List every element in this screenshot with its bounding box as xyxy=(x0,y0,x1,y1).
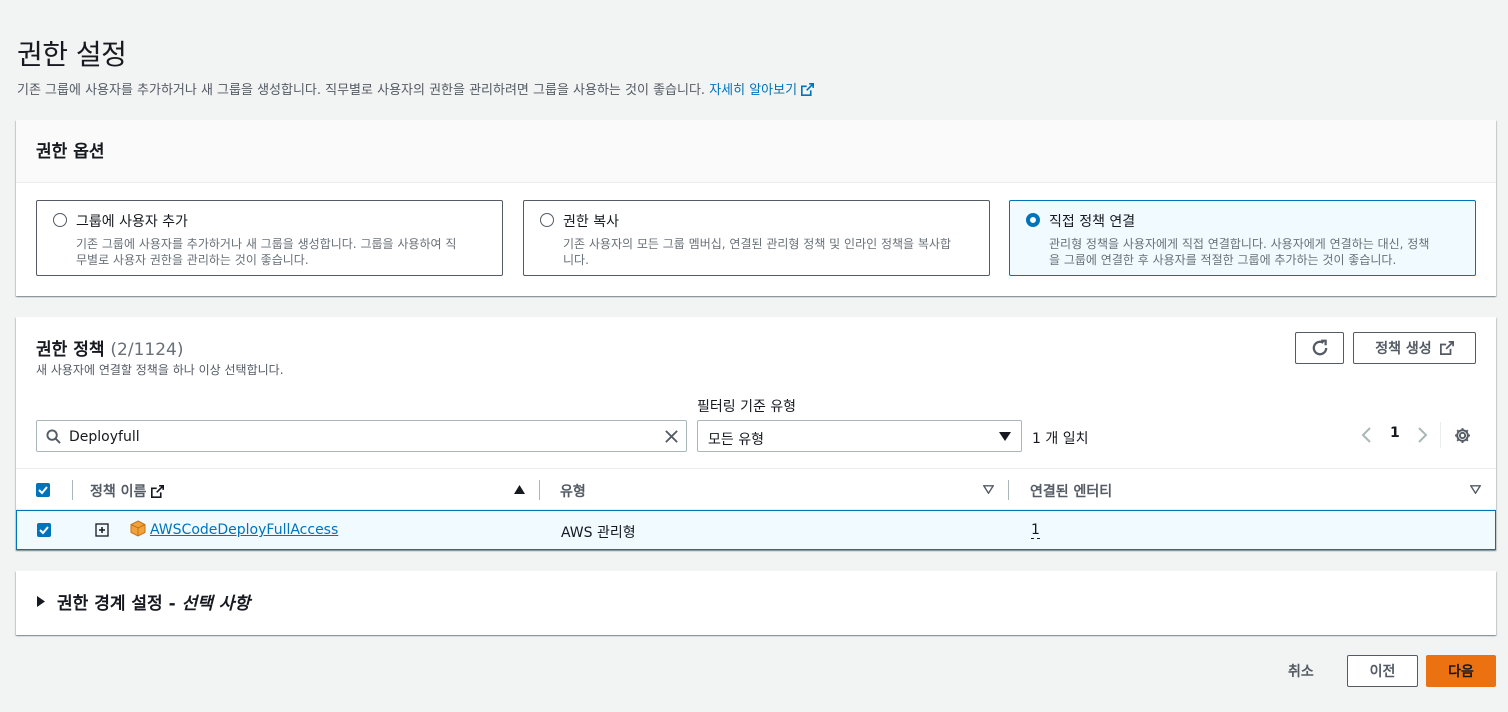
column-policy-name[interactable]: 정책 이름 xyxy=(90,481,165,501)
match-count: 1 개 일치 xyxy=(1032,431,1089,447)
search-value: Deployfull xyxy=(69,429,140,445)
policies-count: (2/1124) xyxy=(110,340,184,360)
external-link-icon xyxy=(151,485,165,498)
previous-button[interactable]: 이전 xyxy=(1347,655,1418,687)
option-description: 관리형 정책을 사용자에게 직접 연결합니다. 사용자에게 연결하는 대신, 정… xyxy=(1049,237,1430,267)
refresh-button[interactable] xyxy=(1295,332,1344,364)
policies-subtitle: 새 사용자에 연결할 정책을 하나 이상 선택합니다. xyxy=(36,363,284,377)
policy-type: AWS 관리형 xyxy=(561,525,636,541)
search-icon xyxy=(46,429,61,444)
checkmark-icon xyxy=(39,526,49,535)
sort-icon[interactable] xyxy=(1470,485,1481,494)
learn-more-link[interactable]: 자세히 알아보기 xyxy=(709,83,815,98)
column-divider xyxy=(1008,480,1009,500)
option-attach-policies[interactable]: 직접 정책 연결 관리형 정책을 사용자에게 직접 연결합니다. 사용자에게 연… xyxy=(1009,200,1476,276)
column-attached-entities[interactable]: 연결된 엔터티 xyxy=(1030,481,1112,501)
gear-icon[interactable] xyxy=(1454,427,1471,444)
table-row[interactable]: AWSCodeDeployFullAccess AWS 관리형 1 xyxy=(16,510,1496,550)
row-checkbox[interactable] xyxy=(37,523,51,537)
permission-policies-panel: 권한 정책 (2/1124) 새 사용자에 연결할 정책을 하나 이상 선택합니… xyxy=(16,317,1496,550)
next-button[interactable]: 다음 xyxy=(1426,655,1496,687)
caret-right-icon[interactable] xyxy=(37,596,45,607)
external-link-icon xyxy=(1439,341,1454,355)
pager-divider xyxy=(1440,422,1441,448)
policy-name-link[interactable]: AWSCodeDeployFullAccess xyxy=(150,522,338,538)
page-title: 권한 설정 xyxy=(17,38,127,71)
option-title: 그룹에 사용자 추가 xyxy=(76,214,188,230)
create-policy-button[interactable]: 정책 생성 xyxy=(1353,332,1476,364)
filter-type-select[interactable]: 모든 유형 xyxy=(697,420,1022,452)
column-type[interactable]: 유형 xyxy=(560,481,586,501)
permission-options-header: 권한 옵션 xyxy=(16,120,1496,183)
sort-icon[interactable] xyxy=(983,485,994,494)
description-text: 기존 그룹에 사용자를 추가하거나 새 그룹을 생성합니다. 직무별로 사용자의… xyxy=(17,83,706,98)
caret-down-icon xyxy=(999,432,1011,441)
permissions-boundary-panel[interactable]: 권한 경계 설정 - 선택 사항 xyxy=(16,571,1496,635)
column-divider xyxy=(539,480,540,500)
radio-attach-policies[interactable] xyxy=(1026,213,1040,227)
option-add-to-group[interactable]: 그룹에 사용자 추가 기존 그룹에 사용자를 추가하거나 새 그룹을 생성합니다… xyxy=(36,200,503,276)
permissions-boundary-title[interactable]: 권한 경계 설정 - 선택 사항 xyxy=(57,589,250,614)
aws-managed-policy-icon xyxy=(130,520,146,537)
select-all-checkbox[interactable] xyxy=(36,483,50,497)
policies-title: 권한 정책 (2/1124) xyxy=(36,340,184,360)
option-title: 권한 복사 xyxy=(563,214,619,230)
radio-add-to-group[interactable] xyxy=(53,213,67,227)
filter-type-value: 모든 유형 xyxy=(708,432,764,448)
refresh-icon xyxy=(1312,339,1327,356)
option-description: 기존 사용자의 모든 그룹 멤버십, 연결된 관리형 정책 및 인라인 정책을 … xyxy=(563,237,952,267)
expand-icon[interactable] xyxy=(95,523,109,537)
sort-ascending-icon[interactable] xyxy=(514,485,525,494)
table-header: 정책 이름 유형 연결된 엔터티 xyxy=(16,468,1496,510)
permission-options-panel: 권한 옵션 그룹에 사용자 추가 기존 그룹에 사용자를 추가하거나 새 그룹을… xyxy=(16,120,1496,296)
page-number[interactable]: 1 xyxy=(1390,425,1400,441)
column-divider xyxy=(72,480,73,500)
attached-entities-count[interactable]: 1 xyxy=(1031,522,1040,539)
external-link-icon xyxy=(801,83,815,96)
page-description: 기존 그룹에 사용자를 추가하거나 새 그룹을 생성합니다. 직무별로 사용자의… xyxy=(17,79,815,98)
chevron-left-icon[interactable] xyxy=(1361,427,1373,443)
radio-copy-permissions[interactable] xyxy=(540,213,554,227)
clear-icon[interactable] xyxy=(664,429,679,444)
cancel-button[interactable]: 취소 xyxy=(1288,661,1314,681)
chevron-right-icon[interactable] xyxy=(1416,427,1428,443)
option-title: 직접 정책 연결 xyxy=(1049,214,1136,230)
checkmark-icon xyxy=(38,486,48,495)
option-description: 기존 그룹에 사용자를 추가하거나 새 그룹을 생성합니다. 그룹을 사용하여 … xyxy=(76,237,457,267)
policy-search-input[interactable]: Deployfull xyxy=(36,420,687,452)
option-copy-permissions[interactable]: 권한 복사 기존 사용자의 모든 그룹 멤버십, 연결된 관리형 정책 및 인라… xyxy=(523,200,990,276)
filter-type-label: 필터링 기준 유형 xyxy=(697,399,797,415)
